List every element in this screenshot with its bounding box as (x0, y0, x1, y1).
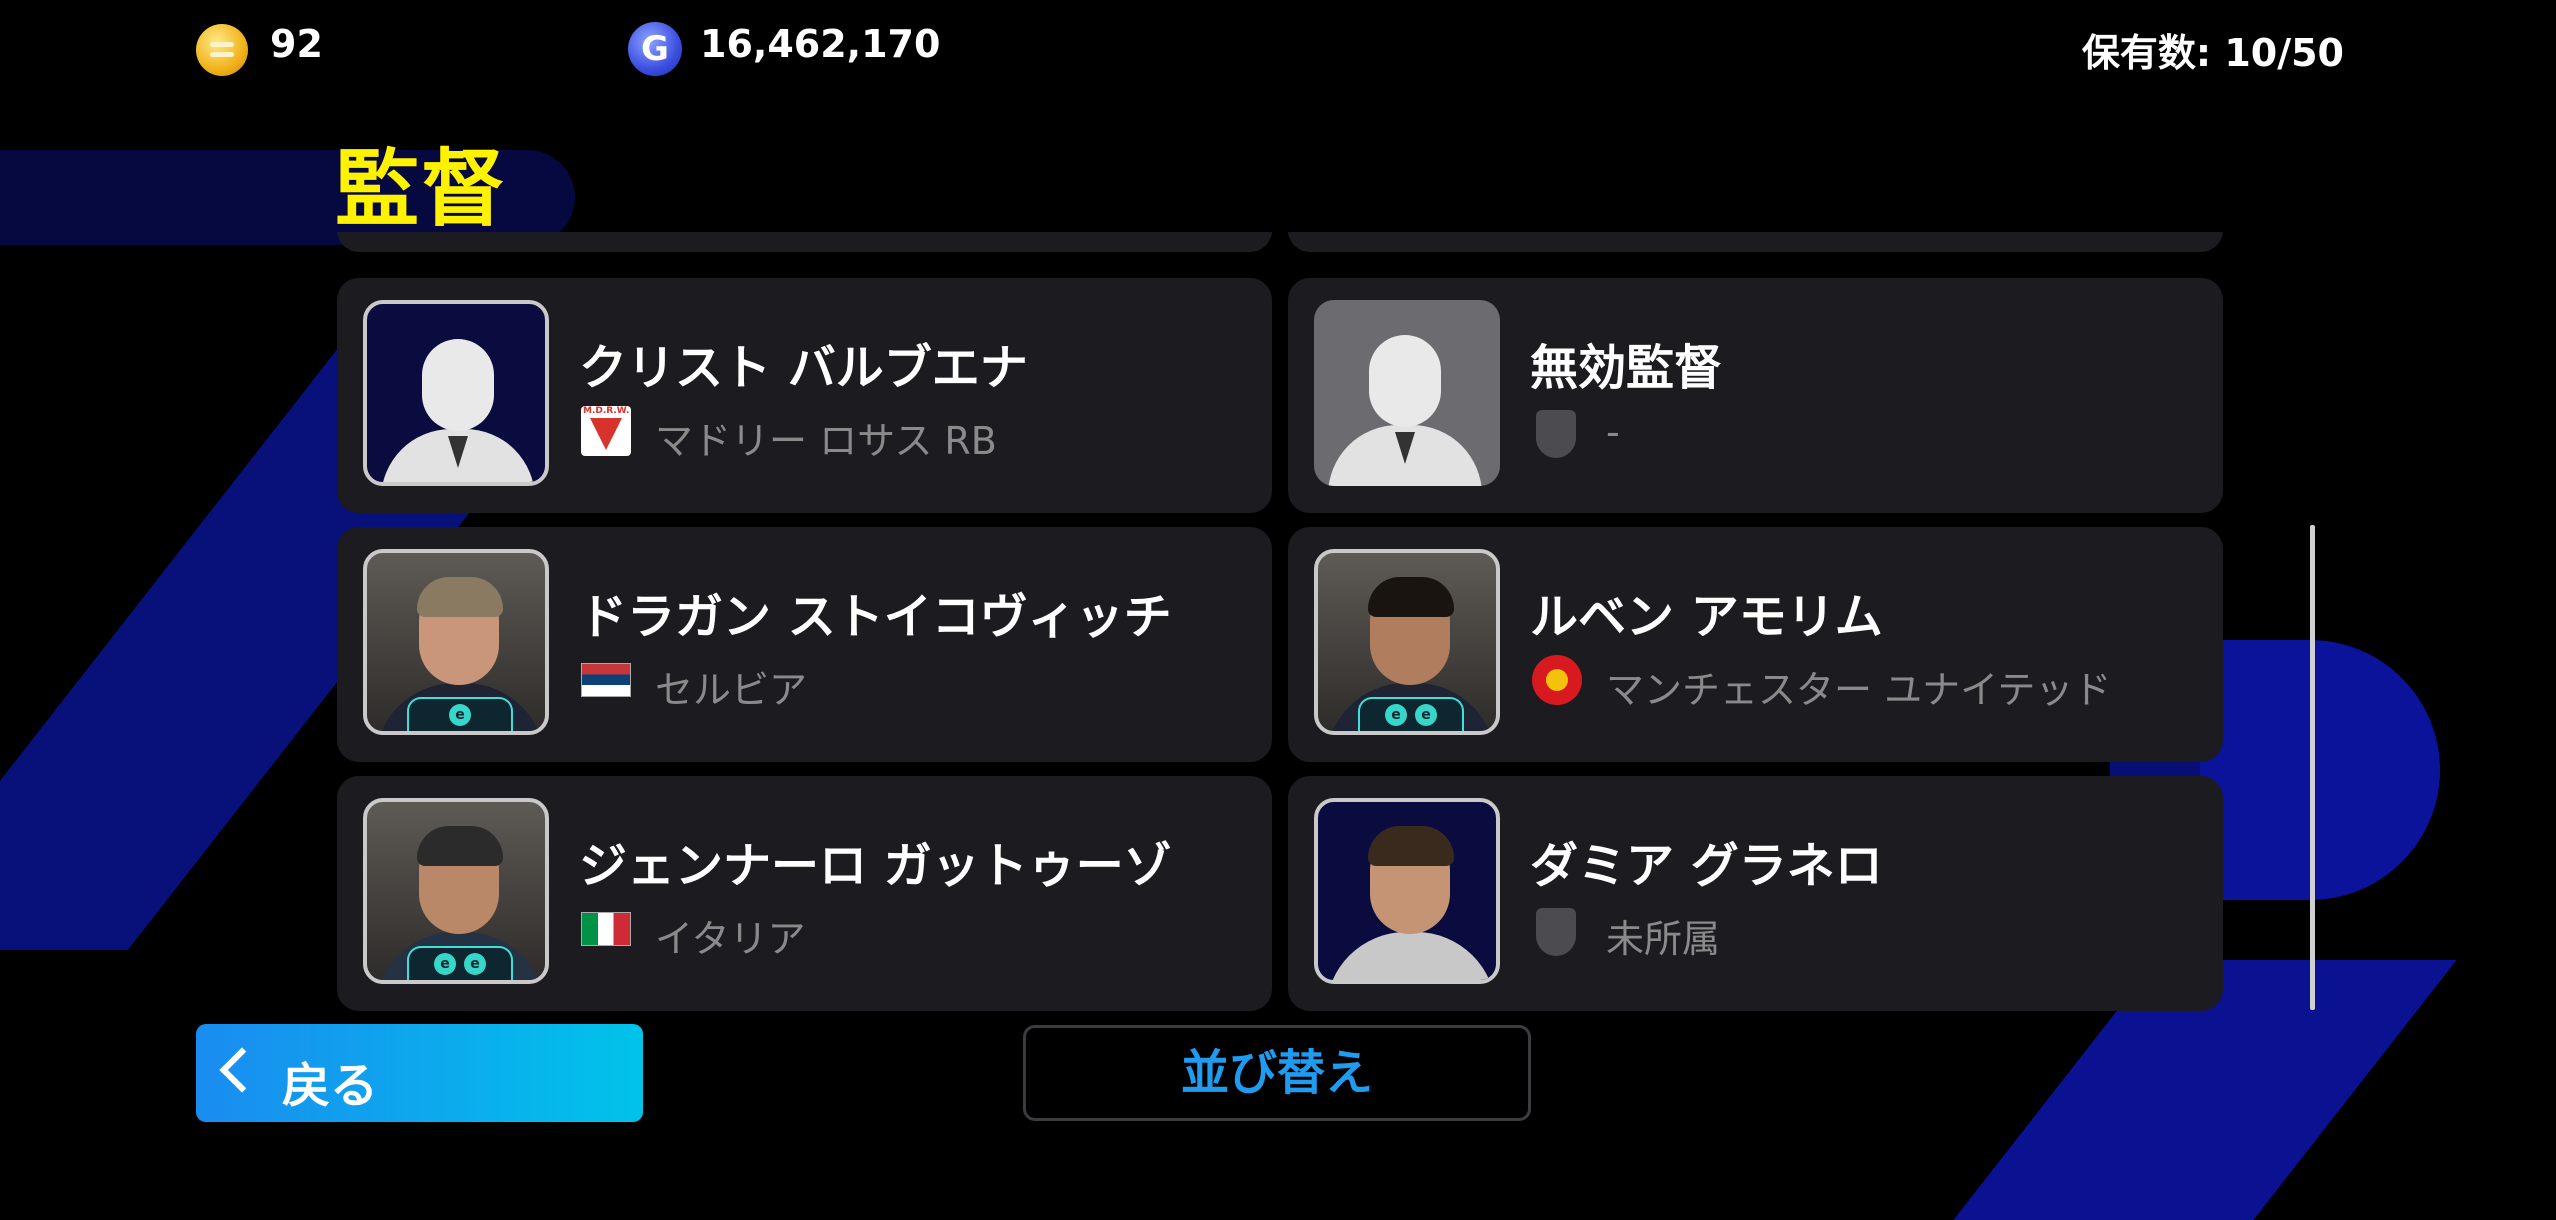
silhouette-head (422, 339, 494, 431)
manager-team: - (1606, 410, 1620, 454)
manager-name: 無効監督 (1530, 340, 1723, 396)
hair (417, 826, 503, 866)
manager-portrait (1314, 798, 1500, 984)
badge-icon: e (434, 953, 456, 975)
background-stripe (2200, 640, 2440, 900)
manager-name: ジェンナーロ ガットゥーゾ (579, 838, 1172, 894)
manager-portrait: e (363, 549, 549, 735)
list-scrollbar[interactable] (2310, 525, 2315, 1010)
manager-team: マドリー ロサス RB (655, 419, 997, 463)
manager-card[interactable] (1288, 232, 2223, 252)
manager-card[interactable]: ee ジェンナーロ ガットゥーゾ イタリア (337, 776, 1272, 1011)
manager-name: ドラガン ストイコヴィッチ (579, 589, 1172, 645)
manager-name: クリスト バルブエナ (579, 340, 1028, 396)
shield-icon (1536, 908, 1576, 956)
mdrw-crest-icon: M.D.R.W. (581, 406, 631, 456)
back-button-label: 戻る (282, 1058, 379, 1114)
manager-card[interactable]: e ドラガン ストイコヴィッチ セルビア (337, 527, 1272, 762)
manager-card[interactable]: クリスト バルブエナ M.D.R.W. マドリー ロサス RB (337, 278, 1272, 513)
badge-icon: e (1415, 704, 1437, 726)
manager-portrait: ee (1314, 549, 1500, 735)
flag-serbia-icon (581, 663, 631, 697)
shield-icon (1536, 410, 1576, 458)
manager-team: イタリア (655, 917, 806, 961)
ecoin-icon (196, 24, 248, 76)
flag-italy-icon (581, 912, 631, 946)
manager-portrait (1314, 300, 1500, 486)
top-bar: 92 G 16,462,170 保有数: 10/50 (0, 0, 2556, 100)
manager-card[interactable]: ee ルベン アモリム マンチェスター ユナイテッド (1288, 527, 2223, 762)
crest-text: M.D.R.W. (583, 406, 630, 416)
efootball-badge: ee (1358, 697, 1464, 731)
page-title: 監督 (335, 140, 508, 238)
silhouette-head (1369, 335, 1441, 427)
efootball-badge: e (407, 697, 513, 731)
hair (417, 577, 503, 617)
manager-card[interactable]: ダミア グラネロ 未所属 (1288, 776, 2223, 1011)
efootball-badge: ee (407, 946, 513, 980)
chevron-left-icon (219, 1047, 265, 1093)
man-utd-crest-icon (1532, 655, 1582, 705)
hair (1368, 826, 1454, 866)
manager-list[interactable]: クリスト バルブエナ M.D.R.W. マドリー ロサス RB 無効監督 - e… (337, 232, 2224, 1012)
manager-card[interactable] (337, 232, 1272, 252)
sort-button[interactable]: 並び替え (1023, 1025, 1531, 1121)
manager-team: セルビア (655, 668, 808, 712)
manager-portrait: ee (363, 798, 549, 984)
suit (1326, 932, 1496, 980)
coin-balance: 92 (270, 22, 323, 66)
badge-icon: e (1385, 704, 1407, 726)
silhouette-tie (1395, 432, 1415, 464)
manager-team: マンチェスター ユナイテッド (1606, 668, 2112, 712)
hair (1368, 577, 1454, 617)
badge-icon: e (449, 704, 471, 726)
manager-name: ダミア グラネロ (1530, 838, 1883, 894)
back-button[interactable]: 戻る (196, 1024, 643, 1122)
holding-count: 保有数: 10/50 (2081, 31, 2344, 75)
manager-name: ルベン アモリム (1530, 589, 1883, 645)
badge-icon: e (464, 953, 486, 975)
manager-team: 未所属 (1606, 917, 1721, 961)
manager-card[interactable]: 無効監督 - (1288, 278, 2223, 513)
gp-icon: G (628, 22, 682, 76)
manager-portrait (363, 300, 549, 486)
gp-balance: 16,462,170 (700, 22, 941, 66)
silhouette-tie (448, 436, 468, 468)
